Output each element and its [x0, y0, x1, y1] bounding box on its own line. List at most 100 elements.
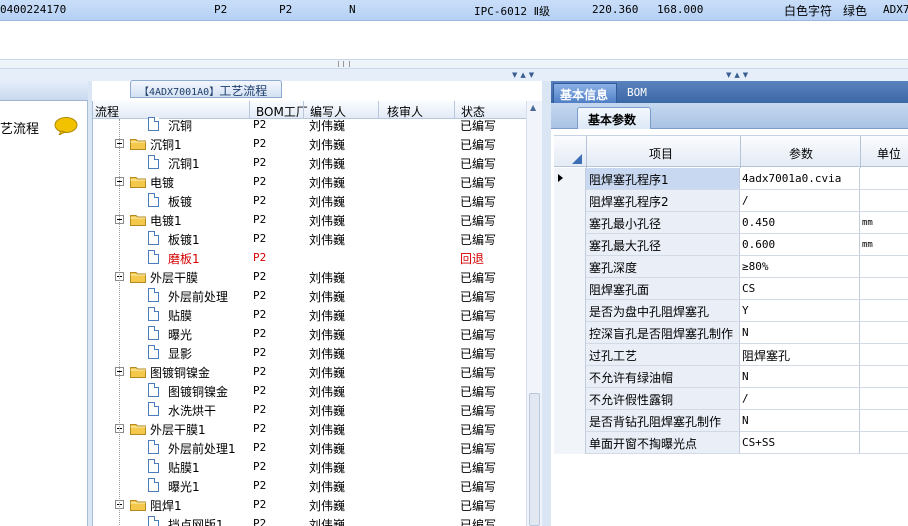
collapse-arrows-icon[interactable]: ▼▲▼: [512, 71, 537, 79]
param-value-cell[interactable]: Y: [740, 300, 860, 321]
tab-basic-params[interactable]: 基本参数: [577, 107, 651, 129]
scroll-thumb[interactable]: [529, 393, 540, 526]
param-value-cell[interactable]: N: [740, 366, 860, 387]
writer-cell: 刘伟巍: [309, 138, 346, 152]
tree-row[interactable]: 磨板1 P2 回退: [93, 248, 527, 267]
param-value-cell[interactable]: 4adx7001a0.cvia: [740, 168, 860, 189]
tree-row[interactable]: 贴膜 P2 刘伟巍 已编写: [93, 305, 527, 324]
param-value-cell[interactable]: N: [740, 410, 860, 431]
process-flow-title: 工艺流程: [219, 84, 268, 98]
row-header[interactable]: [554, 278, 586, 300]
param-value-cell[interactable]: CS: [740, 278, 860, 299]
middle-splitter[interactable]: [542, 81, 551, 526]
folder-icon: [130, 139, 146, 150]
param-value-cell[interactable]: 0.450: [740, 212, 860, 233]
param-unit-cell: [860, 344, 908, 365]
tree-row[interactable]: 显影 P2 刘伟巍 已编写: [93, 343, 527, 362]
param-value-cell[interactable]: CS+SS: [740, 432, 860, 453]
row-header[interactable]: [554, 168, 586, 190]
param-row[interactable]: 不允许有绿油帽 N: [554, 366, 908, 388]
scroll-grip-icon[interactable]: [338, 61, 350, 67]
tree-row[interactable]: 沉铜 P2 刘伟巍 已编写: [93, 115, 527, 134]
param-row[interactable]: 单面开窗不掏曝光点 CS+SS: [554, 432, 908, 454]
tree-row[interactable]: 曝光1 P2 刘伟巍 已编写: [93, 476, 527, 495]
row-header[interactable]: [554, 190, 586, 212]
col-item[interactable]: 项目: [649, 145, 673, 162]
char-color-cell: 白色字符: [784, 4, 833, 18]
order-grid-row[interactable]: 0400224170 P2 P2 N IPC-6012 Ⅱ级 220.360 1…: [0, 0, 908, 21]
tree-row[interactable]: 外层前处理1 P2 刘伟巍 已编写: [93, 438, 527, 457]
chat-bubble-icon: [54, 117, 78, 135]
writer-cell: 刘伟巍: [309, 271, 346, 285]
grid-empty-area: [0, 21, 908, 60]
param-row[interactable]: 阻焊塞孔程序2/: [554, 190, 908, 212]
tab-bom[interactable]: BOM: [621, 83, 661, 103]
tree-row[interactable]: 挡点网版1 P2 刘伟巍 已编写: [93, 514, 527, 526]
tree-row[interactable]: 沉铜1 P2 刘伟巍 已编写: [93, 153, 527, 172]
param-value-cell[interactable]: ≥80%: [740, 256, 860, 277]
param-row[interactable]: 过孔工艺 阻焊塞孔: [554, 344, 908, 366]
tree-row[interactable]: 沉铜1 P2 刘伟巍 已编写: [93, 134, 527, 153]
row-header[interactable]: [554, 234, 586, 256]
param-unit-cell: [860, 388, 908, 409]
bom-factory-cell: P2: [253, 194, 267, 207]
param-item-cell: 不允许假性露铜: [586, 388, 740, 409]
param-row[interactable]: 阻焊塞孔面 CS: [554, 278, 908, 300]
param-value-cell[interactable]: /: [740, 190, 860, 211]
param-row[interactable]: 塞孔深度 ≥80%: [554, 256, 908, 278]
param-value-cell[interactable]: /: [740, 388, 860, 409]
select-all-icon[interactable]: [572, 154, 582, 164]
tree-row[interactable]: 图镀铜镍金 P2 刘伟巍 已编写: [93, 381, 527, 400]
tree-row[interactable]: 阻焊1 P2 刘伟巍 已编写: [93, 495, 527, 514]
param-row[interactable]: 阻焊塞孔程序1 4adx7001a0.cvia: [554, 168, 908, 190]
tab-basic-info[interactable]: 基本信息: [553, 83, 617, 103]
param-row[interactable]: 是否为盘中孔阻焊塞孔 Y: [554, 300, 908, 322]
tree-row[interactable]: 外层干膜1 P2 刘伟巍 已编写: [93, 419, 527, 438]
horizontal-scrollbar[interactable]: [0, 59, 908, 69]
row-header[interactable]: [554, 366, 586, 388]
col-unit[interactable]: 单位: [877, 145, 901, 162]
tree-row[interactable]: 图镀铜镍金 P2 刘伟巍 已编写: [93, 362, 527, 381]
writer-cell: 刘伟巍: [309, 404, 346, 418]
row-header[interactable]: [554, 344, 586, 366]
param-value-cell[interactable]: 0.600: [740, 234, 860, 255]
tree-row[interactable]: 曝光 P2 刘伟巍 已编写: [93, 324, 527, 343]
tree-row[interactable]: 水洗烘干 P2 刘伟巍 已编写: [93, 400, 527, 419]
row-header[interactable]: [554, 388, 586, 410]
writer-cell: 刘伟巍: [309, 195, 346, 209]
row-header[interactable]: [554, 212, 586, 234]
param-row[interactable]: 控深盲孔是否阻焊塞孔制作 N: [554, 322, 908, 344]
param-row[interactable]: 塞孔最大孔径 0.600 mm: [554, 234, 908, 256]
param-value-cell[interactable]: 阻焊塞孔: [740, 344, 860, 365]
writer-cell: 刘伟巍: [309, 290, 346, 304]
row-header[interactable]: [554, 322, 586, 344]
tree-row[interactable]: 电镀 P2 刘伟巍 已编写: [93, 172, 527, 191]
param-item-cell: 是否为盘中孔阻焊塞孔: [586, 300, 740, 321]
status-cell: 已编写: [460, 328, 497, 342]
scroll-up-icon[interactable]: ▲: [530, 103, 536, 112]
tree-row[interactable]: 板镀1 P2 刘伟巍 已编写: [93, 229, 527, 248]
row-header[interactable]: [554, 410, 586, 432]
param-row[interactable]: 是否背钻孔阻焊塞孔制作 N: [554, 410, 908, 432]
writer-cell: 刘伟巍: [309, 518, 346, 526]
nav-item-process-flow[interactable]: 艺流程: [0, 111, 86, 139]
row-header[interactable]: [554, 300, 586, 322]
document-icon: [148, 288, 159, 302]
tree-row[interactable]: 外层干膜 P2 刘伟巍 已编写: [93, 267, 527, 286]
process-flow-title-tab[interactable]: 【4ADX7001A0】工艺流程: [130, 80, 282, 98]
collapse-arrows-icon-2[interactable]: ▼▲▼: [726, 71, 751, 79]
param-value-cell[interactable]: N: [740, 322, 860, 343]
tree-row[interactable]: 外层前处理 P2 刘伟巍 已编写: [93, 286, 527, 305]
tree-vertical-scrollbar[interactable]: ▲: [526, 101, 542, 526]
row-header[interactable]: [554, 256, 586, 278]
bom-factory-cell: P2: [253, 213, 267, 226]
param-row[interactable]: 塞孔最小孔径 0.450 mm: [554, 212, 908, 234]
row-header[interactable]: [554, 432, 586, 454]
col-param[interactable]: 参数: [789, 145, 813, 162]
bom-factory-cell: P2: [253, 441, 267, 454]
status-cell: 已编写: [460, 233, 497, 247]
param-row[interactable]: 不允许假性露铜 /: [554, 388, 908, 410]
tree-row[interactable]: 电镀1 P2 刘伟巍 已编写: [93, 210, 527, 229]
tree-row[interactable]: 板镀 P2 刘伟巍 已编写: [93, 191, 527, 210]
tree-row[interactable]: 贴膜1 P2 刘伟巍 已编写: [93, 457, 527, 476]
